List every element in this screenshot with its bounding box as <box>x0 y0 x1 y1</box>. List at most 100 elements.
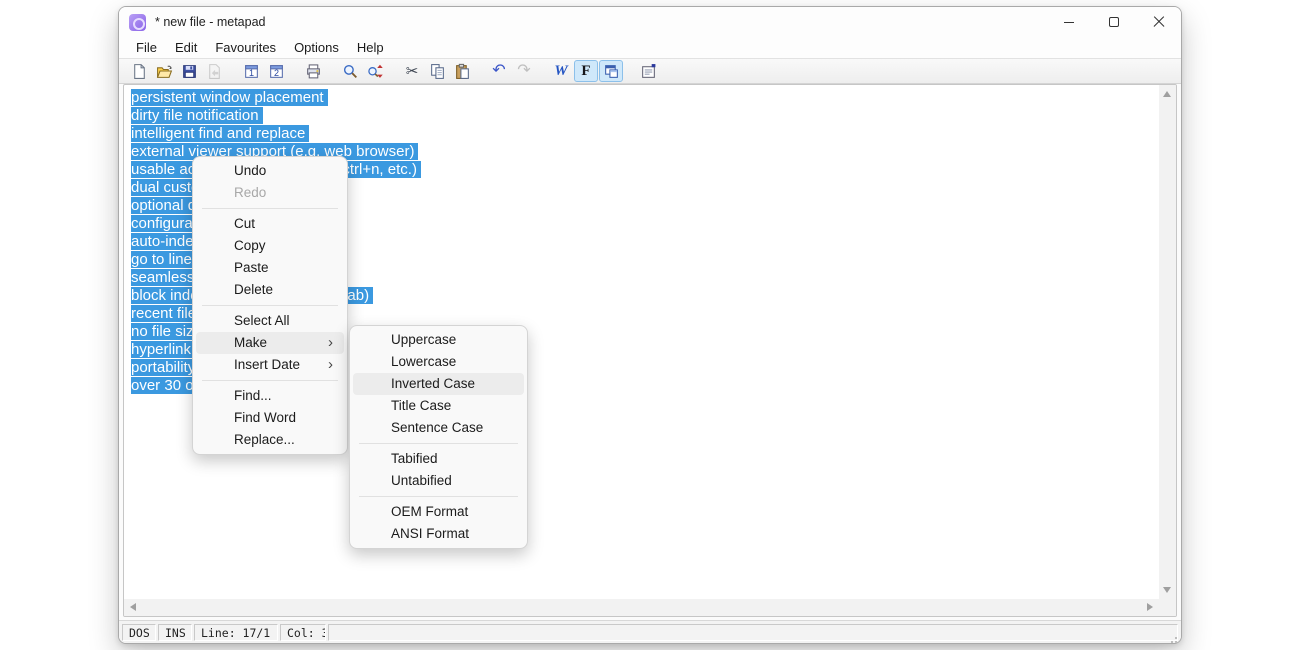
always-on-top-button[interactable] <box>599 60 623 82</box>
menu-item-insert-date[interactable]: Insert Date › <box>196 354 344 376</box>
make-submenu: Uppercase Lowercase Inverted Case Title … <box>349 325 528 549</box>
undo-icon: ↶ <box>492 62 506 79</box>
new-file-icon <box>133 63 145 79</box>
cut-icon: ✂ <box>405 62 419 80</box>
menu-item-find-word[interactable]: Find Word <box>196 407 344 429</box>
submenu-item-untabified[interactable]: Untabified <box>353 470 524 492</box>
menu-item-delete[interactable]: Delete <box>196 279 344 301</box>
status-spacer <box>328 623 1178 641</box>
menu-item-redo: Redo <box>234 185 267 200</box>
menu-item-find[interactable]: Find... <box>196 385 344 407</box>
submenu-item-title-case[interactable]: Title Case <box>353 395 524 417</box>
status-line: Line: 17/1 <box>194 623 278 641</box>
word-wrap-button[interactable]: W <box>549 60 573 82</box>
vertical-scrollbar[interactable] <box>1159 85 1176 599</box>
settings-icon <box>641 63 655 78</box>
scrollbar-corner <box>1159 599 1176 616</box>
titlebar[interactable]: * new file - metapad <box>119 7 1181 37</box>
minimize-button[interactable] <box>1046 7 1091 37</box>
submenu-item-lowercase[interactable]: Lowercase <box>353 351 524 373</box>
new-file-button[interactable] <box>127 60 151 82</box>
quick-buffer-1-button[interactable]: 1 <box>239 60 263 82</box>
cut-button[interactable]: ✂ <box>400 60 424 82</box>
submenu-item-oem-format[interactable]: OEM Format <box>353 501 524 523</box>
submenu-item-tabified[interactable]: Tabified <box>353 448 524 470</box>
save-file-button[interactable] <box>177 60 201 82</box>
menu-edit[interactable]: Edit <box>166 39 206 57</box>
copy-icon <box>430 63 444 79</box>
quick-buffer-1-label: 1 <box>248 68 253 78</box>
menu-separator <box>202 305 338 306</box>
always-on-top-icon <box>604 64 618 78</box>
menu-help[interactable]: Help <box>348 39 393 57</box>
horizontal-scrollbar[interactable] <box>124 599 1159 616</box>
maximize-button[interactable] <box>1091 7 1136 37</box>
scroll-left-icon[interactable] <box>130 603 136 611</box>
paste-button[interactable] <box>450 60 474 82</box>
find-and-replace-button[interactable] <box>363 60 387 82</box>
editor-line[interactable]: dirty file notification <box>131 107 1159 125</box>
editor-line[interactable]: persistent window placement <box>131 89 1159 107</box>
menu-separator <box>202 380 338 381</box>
menu-file[interactable]: File <box>127 39 166 57</box>
close-icon <box>1153 16 1165 28</box>
status-col: Col: 35 <box>280 623 326 641</box>
statusbar: DOS INS Line: 17/1 Col: 35 <box>119 620 1181 643</box>
open-file-button[interactable] <box>152 60 176 82</box>
menu-separator <box>202 208 338 209</box>
menu-options[interactable]: Options <box>285 39 348 57</box>
find-icon <box>343 64 357 78</box>
menu-item-undo[interactable]: Undo <box>196 160 344 182</box>
copy-button[interactable] <box>425 60 449 82</box>
redo-icon: ↷ <box>517 62 531 79</box>
print-button[interactable] <box>301 60 325 82</box>
quick-buffer-2-icon: 2 <box>269 64 283 78</box>
font-icon: F <box>581 62 591 79</box>
menu-item-replace[interactable]: Replace... <box>196 429 344 451</box>
submenu-arrow-icon: › <box>328 334 333 351</box>
find-and-replace-icon <box>367 64 383 78</box>
menu-favourites[interactable]: Favourites <box>206 39 285 57</box>
toolbar: 1 2 ✂ ↶ ↷ W F <box>119 58 1181 84</box>
undo-button[interactable]: ↶ <box>487 60 511 82</box>
desktop: * new file - metapad File Edit Favourite… <box>0 0 1300 650</box>
maximize-icon <box>1108 17 1119 27</box>
window-controls <box>1046 7 1181 37</box>
scroll-down-icon[interactable] <box>1163 587 1171 593</box>
editor-line[interactable]: intelligent find and replace <box>131 125 1159 143</box>
redo-button: ↷ <box>512 60 536 82</box>
find-button[interactable] <box>338 60 362 82</box>
submenu-item-inverted-case[interactable]: Inverted Case <box>353 373 524 395</box>
minimize-icon <box>1063 21 1074 23</box>
status-format: DOS <box>122 623 156 641</box>
quick-buffer-1-icon: 1 <box>244 64 258 78</box>
open-file-icon <box>156 65 172 78</box>
font-select-button[interactable]: F <box>574 60 598 82</box>
scroll-up-icon[interactable] <box>1163 91 1171 97</box>
close-button[interactable] <box>1136 7 1181 37</box>
submenu-item-ansi-format[interactable]: ANSI Format <box>353 523 524 545</box>
menu-separator <box>359 496 518 497</box>
submenu-item-uppercase[interactable]: Uppercase <box>353 329 524 351</box>
scroll-right-icon[interactable] <box>1147 603 1153 611</box>
menu-item-cut[interactable]: Cut <box>196 213 344 235</box>
print-icon <box>306 63 320 78</box>
settings-button[interactable] <box>636 60 660 82</box>
quick-buffer-2-button[interactable]: 2 <box>264 60 288 82</box>
menu-separator <box>359 443 518 444</box>
submenu-arrow-icon: › <box>328 356 333 373</box>
menu-item-paste[interactable]: Paste <box>196 257 344 279</box>
window-title: * new file - metapad <box>155 15 266 29</box>
submenu-item-sentence-case[interactable]: Sentence Case <box>353 417 524 439</box>
menu-item-copy[interactable]: Copy <box>196 235 344 257</box>
menu-item-make[interactable]: Make › <box>196 332 344 354</box>
status-insert-mode: INS <box>158 623 192 641</box>
revert-file-button <box>202 60 226 82</box>
context-menu: Undo Redo Cut Copy Paste Delete Select A… <box>192 156 348 455</box>
resize-grip[interactable] <box>1175 637 1177 639</box>
menu-item-select-all[interactable]: Select All <box>196 310 344 332</box>
save-file-icon <box>182 64 196 78</box>
word-wrap-icon: W <box>554 62 568 79</box>
menubar: File Edit Favourites Options Help <box>119 37 1181 58</box>
quick-buffer-2-label: 2 <box>273 68 278 78</box>
